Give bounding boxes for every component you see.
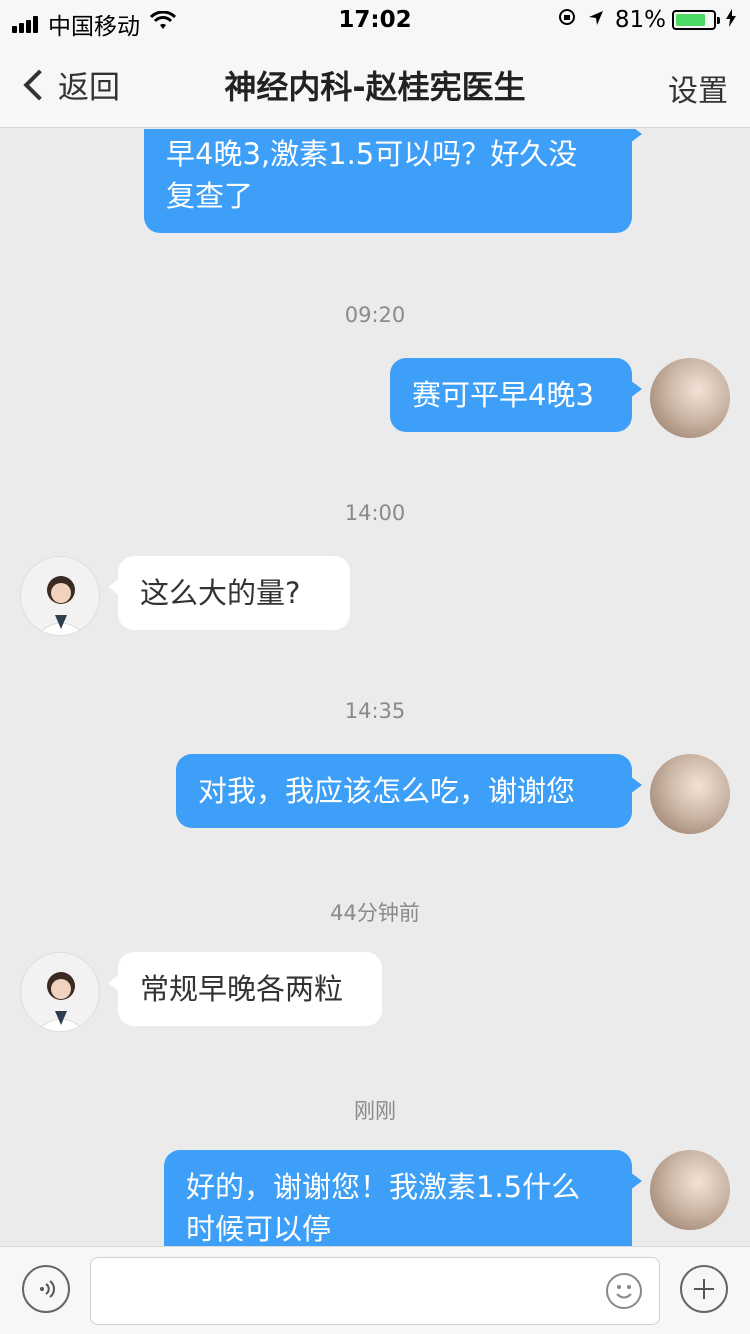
location-icon: [587, 7, 605, 33]
plus-icon: [694, 1279, 714, 1299]
battery-fill: [676, 14, 706, 26]
charging-icon: [726, 7, 736, 33]
timestamp: 刚刚: [354, 1099, 396, 1123]
message-text-line: 时候可以停: [186, 1212, 332, 1246]
chat-area[interactable]: 早4晚3,激素1.5可以吗？好久没 复查了 09:20 赛可平早4晚3 14:0…: [0, 129, 750, 1246]
timestamp: 44分钟前: [330, 901, 420, 925]
wifi-icon: [149, 10, 177, 37]
battery-icon: [672, 10, 720, 30]
battery-percent: 81%: [614, 7, 666, 33]
emoji-icon: [616, 1285, 632, 1299]
message-bubble-mine[interactable]: 对我，我应该怎么吃，谢谢您: [176, 754, 642, 828]
timestamp: 09:20: [344, 303, 406, 327]
message-bubble-doctor[interactable]: 常规早晚各两粒: [108, 952, 382, 1026]
my-avatar[interactable]: [650, 358, 730, 438]
message-text: 赛可平早4晚3: [412, 378, 594, 412]
status-right: 81%: [557, 7, 736, 33]
plus-button[interactable]: [680, 1265, 728, 1313]
emoji-button[interactable]: [606, 1273, 642, 1309]
input-bar: [0, 1246, 750, 1334]
rotation-lock-icon: [557, 7, 577, 33]
message-bubble-mine[interactable]: 赛可平早4晚3: [390, 358, 642, 432]
status-left: 中国移动: [12, 7, 177, 41]
nav-bar: 返回 神经内科-赵桂宪医生 设置: [0, 40, 750, 128]
message-text-line: 好的，谢谢您！我激素1.5什么: [186, 1170, 581, 1204]
message-text: 这么大的量?: [140, 576, 301, 610]
message-text-line: 早4晚3,激素1.5可以吗？好久没: [166, 137, 578, 171]
message-bubble-mine[interactable]: 好的，谢谢您！我激素1.5什么 时候可以停: [164, 1150, 642, 1246]
chevron-left-icon: [23, 68, 55, 101]
message-bubble-mine[interactable]: 早4晚3,激素1.5可以吗？好久没 复查了: [144, 129, 642, 233]
signal-icon: [12, 15, 40, 33]
settings-button[interactable]: 设置: [668, 66, 728, 110]
voice-icon: [40, 1280, 55, 1298]
doctor-avatar[interactable]: [20, 556, 100, 636]
my-avatar[interactable]: [650, 1150, 730, 1230]
timestamp: 14:35: [344, 699, 406, 723]
my-avatar[interactable]: [650, 754, 730, 834]
message-input[interactable]: [90, 1257, 660, 1325]
message-text-line: 复查了: [166, 179, 254, 213]
message-text: 对我，我应该怎么吃，谢谢您: [198, 774, 576, 808]
message-bubble-doctor[interactable]: 这么大的量?: [108, 556, 350, 630]
status-bar: 中国移动 17:02 81%: [0, 0, 750, 40]
timestamp: 14:00: [344, 501, 406, 525]
back-label: 返回: [58, 70, 120, 106]
message-text: 常规早晚各两粒: [140, 972, 344, 1006]
doctor-avatar[interactable]: [20, 952, 100, 1032]
voice-button[interactable]: [22, 1265, 70, 1313]
back-button[interactable]: 返回: [22, 62, 120, 107]
carrier-label: 中国移动: [48, 14, 140, 40]
